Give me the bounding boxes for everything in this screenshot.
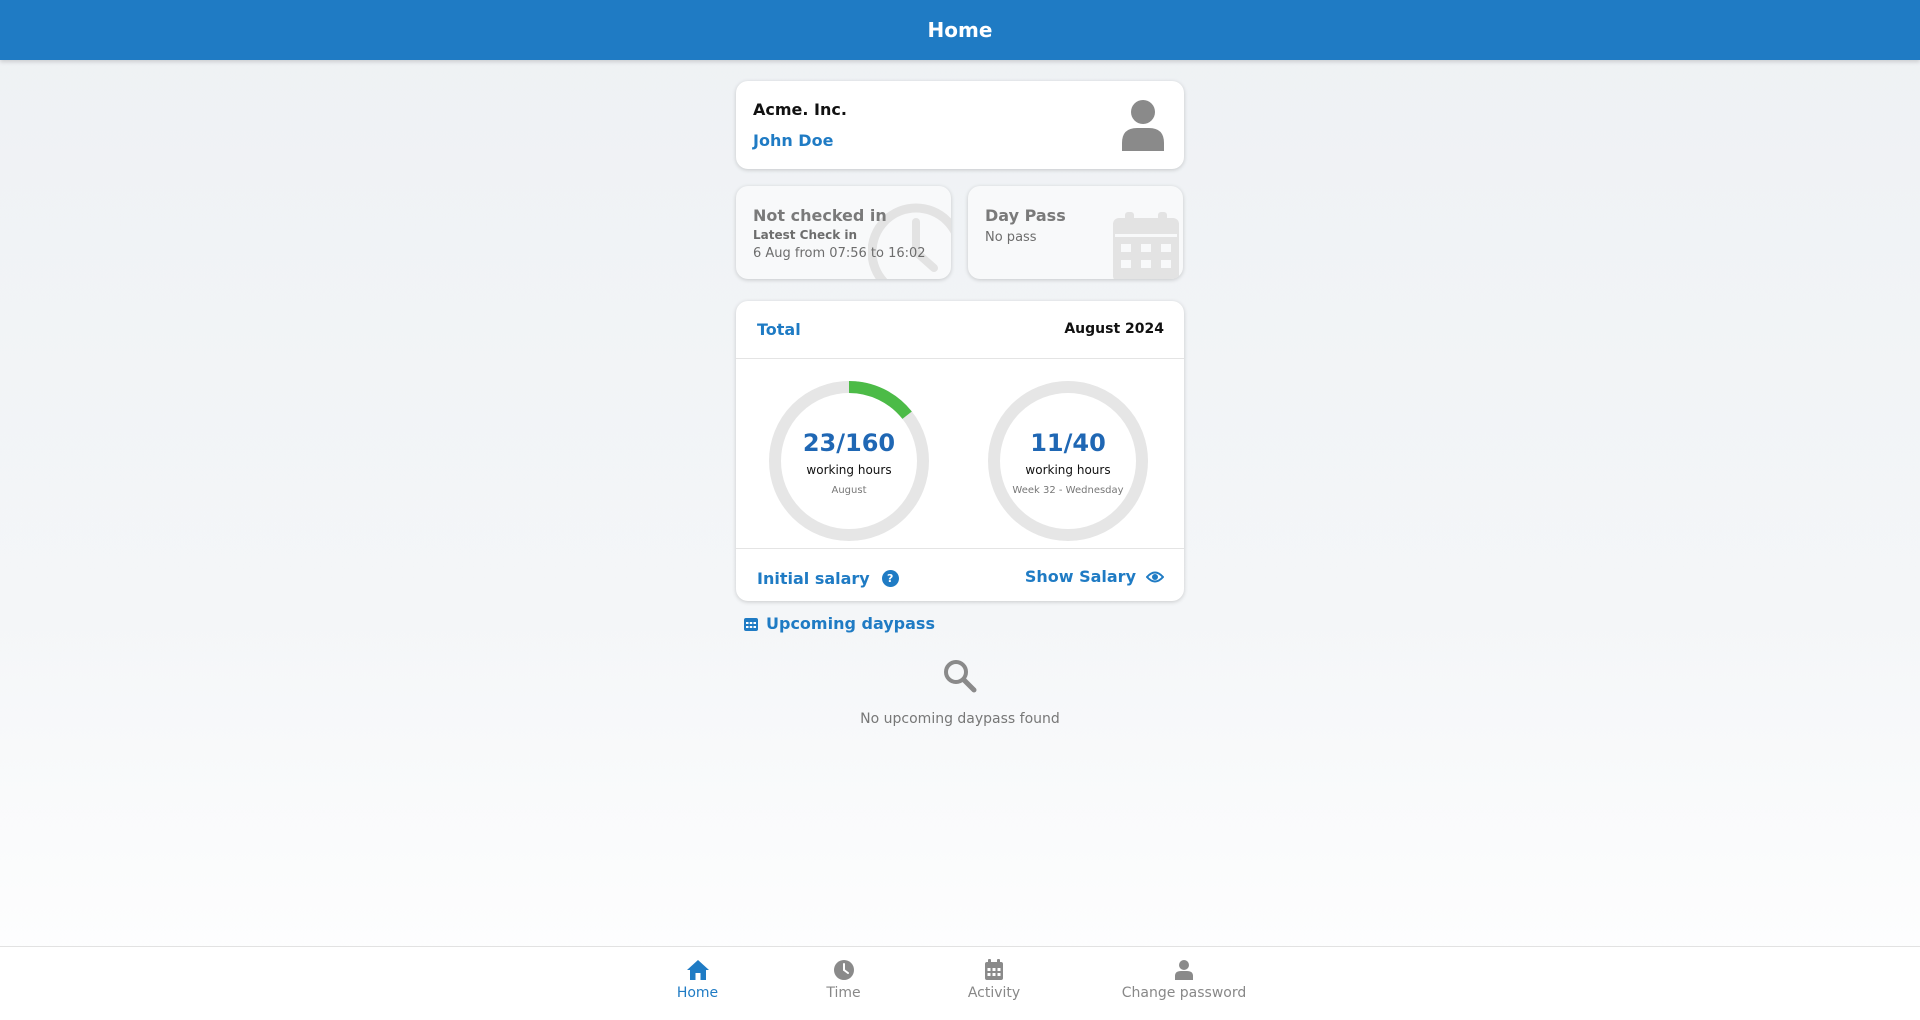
- nav-time-label: Time: [826, 985, 861, 1001]
- monthly-hours-period: August: [831, 485, 867, 496]
- show-salary-label: Show Salary: [1024, 567, 1136, 586]
- daypass-title: Day Pass: [985, 206, 1066, 225]
- total-card-header: Total August 2024: [736, 301, 1184, 359]
- weekly-hours-period: Week 32 - Wednesday: [1012, 485, 1124, 496]
- eye-icon: [1146, 571, 1164, 582]
- upcoming-daypass-header: Upcoming daypass: [744, 614, 935, 633]
- checkin-status-card[interactable]: Not checked in Latest Check in 6 Aug fro…: [736, 186, 951, 279]
- initial-salary-label: Initial salary: [757, 569, 870, 588]
- monthly-hours-ring: 23/160 working hours August: [767, 379, 931, 543]
- initial-salary-link[interactable]: Initial salary ?: [757, 569, 899, 588]
- monthly-progress-ring: [769, 381, 929, 541]
- weekly-hours-unit: working hours: [1025, 463, 1111, 477]
- nav-change-password-label: Change password: [1121, 985, 1247, 1001]
- weekly-progress-ring: [988, 381, 1148, 541]
- daypass-card[interactable]: Day Pass No pass: [968, 186, 1183, 279]
- nav-change-password[interactable]: Change password: [1119, 947, 1249, 1020]
- user-avatar-icon: [1122, 100, 1164, 151]
- help-icon[interactable]: ?: [881, 570, 899, 587]
- home-icon: [686, 960, 709, 980]
- profile-card[interactable]: Acme. Inc. John Doe: [736, 81, 1184, 169]
- monthly-hours-value: 23/160: [802, 429, 896, 457]
- weekly-hours-ring: 11/40 working hours Week 32 - Wednesday: [986, 379, 1150, 543]
- weekly-hours-value: 11/40: [1030, 429, 1106, 457]
- nav-activity-label: Activity: [967, 985, 1021, 1001]
- user-name: John Doe: [753, 131, 834, 150]
- salary-footer: Initial salary ? Show Salary: [736, 548, 1184, 602]
- calendar-icon: [744, 618, 758, 631]
- nav-home-label: Home: [676, 985, 719, 1001]
- latest-checkin-value: 6 Aug from 07:56 to 16:02: [753, 246, 926, 261]
- total-period: August 2024: [1064, 321, 1164, 337]
- show-salary-button[interactable]: Show Salary: [1025, 567, 1164, 586]
- nav-activity[interactable]: Activity: [954, 947, 1034, 1020]
- daypass-status: No pass: [985, 230, 1037, 245]
- checkin-status: Not checked in: [753, 206, 887, 225]
- search-icon: [944, 660, 977, 693]
- company-name: Acme. Inc.: [753, 100, 847, 119]
- bottom-navigation: Home Time Activity Change password: [0, 946, 1920, 1020]
- calendar-background-icon: [1113, 212, 1179, 279]
- nav-home[interactable]: Home: [660, 947, 735, 1020]
- total-label: Total: [757, 320, 801, 339]
- latest-checkin-label: Latest Check in: [753, 228, 858, 242]
- page-title: Home: [927, 18, 993, 42]
- total-hours-card: Total August 2024 23/160 working hours A…: [736, 301, 1184, 601]
- clock-icon: [833, 960, 854, 980]
- user-icon: [1175, 960, 1193, 980]
- empty-state-text: No upcoming daypass found: [860, 711, 1060, 727]
- top-app-bar: Home: [0, 0, 1920, 60]
- monthly-hours-unit: working hours: [806, 463, 892, 477]
- calendar-icon: [985, 959, 1003, 980]
- nav-time[interactable]: Time: [806, 947, 881, 1020]
- upcoming-daypass-title: Upcoming daypass: [766, 614, 935, 633]
